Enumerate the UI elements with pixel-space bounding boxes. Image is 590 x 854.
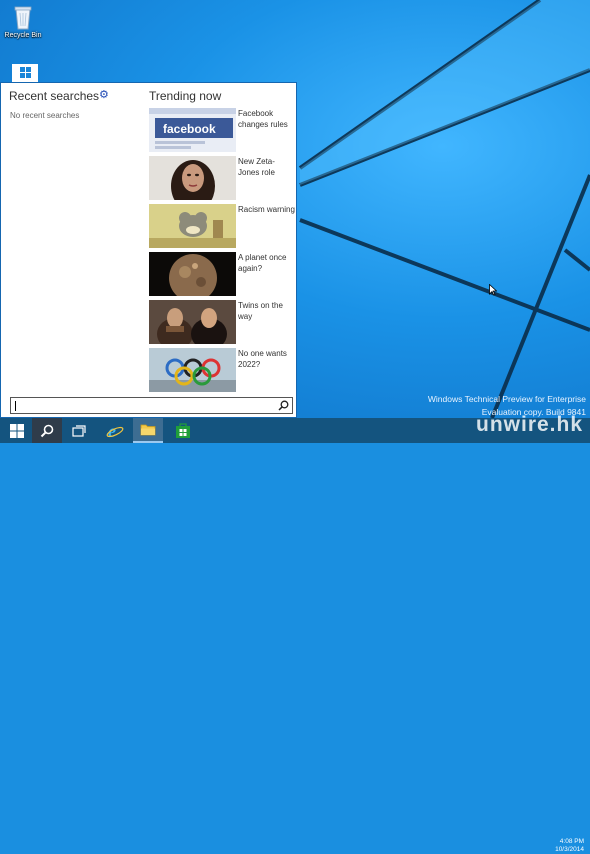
trending-item-label: Facebook changes rules [238, 109, 288, 129]
trending-item-label: A planet once again? [238, 253, 287, 273]
watermark-line-1: Windows Technical Preview for Enterprise [427, 394, 586, 404]
trending-now-title: Trending now [149, 89, 222, 103]
desktop-icon-label: Recycle Bin [4, 32, 42, 39]
internet-explorer-button[interactable]: e [100, 418, 130, 443]
trending-item-label: Twins on the way [238, 301, 283, 321]
system-tray-clock[interactable]: 4:08 PM 10/3/2014 [555, 838, 584, 854]
trending-thumbnail [149, 252, 236, 296]
trending-thumbnail [149, 348, 236, 392]
trending-thumbnail [149, 156, 236, 200]
facebook-logo-text: facebook [163, 122, 216, 136]
no-recent-searches-text: No recent searches [10, 111, 80, 120]
gear-icon[interactable]: ⚙ [99, 90, 109, 101]
trending-item-zeta-jones[interactable]: New Zeta-Jones role [149, 156, 294, 200]
store-icon [176, 423, 190, 438]
trending-item-label: No one wants 2022? [238, 349, 287, 369]
recycle-bin-icon [14, 6, 32, 30]
trending-thumbnail: facebook [149, 108, 236, 152]
internet-explorer-icon: e [106, 422, 124, 440]
brand-watermark-logo: unwire.hk [476, 413, 584, 436]
task-view-icon [72, 424, 86, 437]
desktop-icon-windows[interactable] [3, 64, 47, 84]
mouse-cursor-icon [489, 284, 497, 296]
search-panel: Recent searches ⚙ No recent searches Tre… [0, 82, 297, 418]
search-icon[interactable] [278, 400, 289, 411]
clock-time: 4:08 PM [559, 838, 584, 845]
search-input[interactable] [10, 397, 293, 414]
start-button[interactable] [2, 418, 32, 443]
windows-logo-icon [10, 423, 24, 438]
clock-date: 10/3/2014 [555, 846, 584, 853]
trending-thumbnail [149, 204, 236, 248]
store-button[interactable] [168, 418, 198, 443]
trending-item-label: Racism warning [238, 205, 295, 214]
trending-thumbnail [149, 300, 236, 344]
taskbar-search-button[interactable] [32, 418, 62, 443]
windows-logo-icon [12, 64, 38, 82]
desktop-icon-recycle-bin[interactable]: Recycle Bin [1, 4, 45, 39]
folder-icon [140, 424, 156, 436]
file-explorer-button[interactable] [133, 418, 163, 443]
trending-item-2022[interactable]: No one wants 2022? [149, 348, 294, 392]
search-icon [40, 424, 54, 437]
trending-item-facebook[interactable]: facebook Facebook changes rules [149, 108, 294, 152]
trending-item-label: New Zeta-Jones role [238, 157, 275, 177]
trending-item-twins[interactable]: Twins on the way [149, 300, 294, 344]
trending-item-planet[interactable]: A planet once again? [149, 252, 294, 296]
trending-item-racism-warning[interactable]: Racism warning [149, 204, 295, 248]
task-view-button[interactable] [64, 418, 94, 443]
recent-searches-title: Recent searches [9, 89, 100, 103]
text-caret [15, 401, 16, 411]
svg-text:e: e [108, 422, 116, 440]
